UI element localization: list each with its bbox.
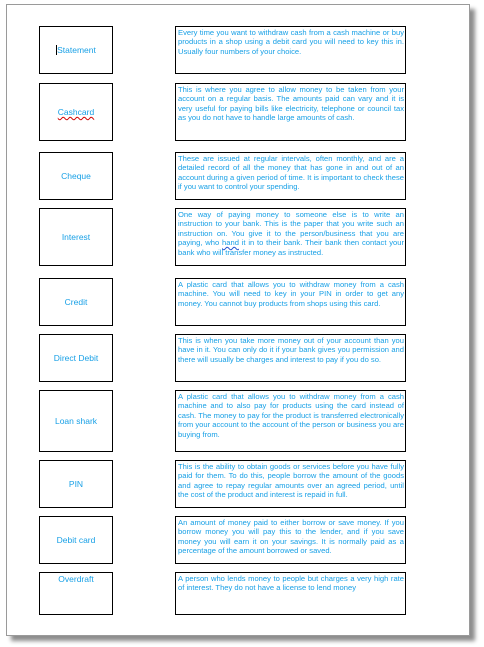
definition-box[interactable]: This is the ability to obtain goods or s… — [175, 460, 406, 508]
term-label: Cheque — [61, 171, 91, 181]
term-label: Credit — [64, 297, 88, 307]
document-page: Statement Every time you want to withdra… — [6, 4, 470, 636]
term-box[interactable]: Loan shark — [39, 390, 113, 452]
definition-text: Every time you want to withdraw cash fro… — [178, 28, 404, 56]
definition-box[interactable]: A plastic card that allows you to withdr… — [175, 390, 406, 452]
definition-box[interactable]: One way of paying money to someone else … — [175, 208, 406, 266]
term-box[interactable]: Debit card — [39, 516, 113, 564]
definition-text: A person who lends money to people but c… — [178, 574, 404, 593]
definition-text: A plastic card that allows you to withdr… — [178, 280, 404, 308]
definition-text: These are issued at regular intervals, o… — [178, 154, 404, 192]
definition-text: An amount of money paid to either borrow… — [178, 518, 404, 556]
definition-box[interactable]: Every time you want to withdraw cash fro… — [175, 26, 406, 74]
definition-box[interactable]: This is when you take more money out of … — [175, 334, 406, 382]
definition-text: This is the ability to obtain goods or s… — [178, 462, 404, 500]
term-label: Debit card — [56, 535, 96, 545]
definition-box[interactable]: An amount of money paid to either borrow… — [175, 516, 406, 564]
term-label: Overdraft — [58, 574, 94, 584]
grammar-flagged-word: hand — [222, 238, 239, 248]
definition-box[interactable]: A person who lends money to people but c… — [175, 572, 406, 615]
definition-text: This is where you agree to allow money t… — [178, 85, 404, 123]
definition-box[interactable]: This is where you agree to allow money t… — [175, 83, 406, 141]
definition-box[interactable]: These are issued at regular intervals, o… — [175, 152, 406, 200]
term-label: Cashcard — [57, 107, 95, 117]
term-label: Interest — [61, 232, 91, 242]
term-label: Direct Debit — [53, 353, 99, 363]
term-box[interactable]: Credit — [39, 278, 113, 326]
term-box[interactable]: Overdraft — [39, 572, 113, 615]
term-box[interactable]: PIN — [39, 460, 113, 508]
term-box[interactable]: Cheque — [39, 152, 113, 200]
definition-text: One way of paying money to someone else … — [178, 210, 405, 257]
term-label: Statement — [57, 45, 96, 55]
definition-box[interactable]: A plastic card that allows you to withdr… — [175, 278, 406, 326]
term-box[interactable]: Statement — [39, 26, 113, 74]
term-box[interactable]: Cashcard — [39, 83, 113, 141]
definition-text: A plastic card that allows you to withdr… — [178, 392, 404, 439]
term-label: Loan shark — [54, 416, 98, 426]
term-label: PIN — [68, 479, 84, 489]
term-box[interactable]: Interest — [39, 208, 113, 266]
term-box[interactable]: Direct Debit — [39, 334, 113, 382]
definition-text: This is when you take more money out of … — [178, 336, 404, 364]
